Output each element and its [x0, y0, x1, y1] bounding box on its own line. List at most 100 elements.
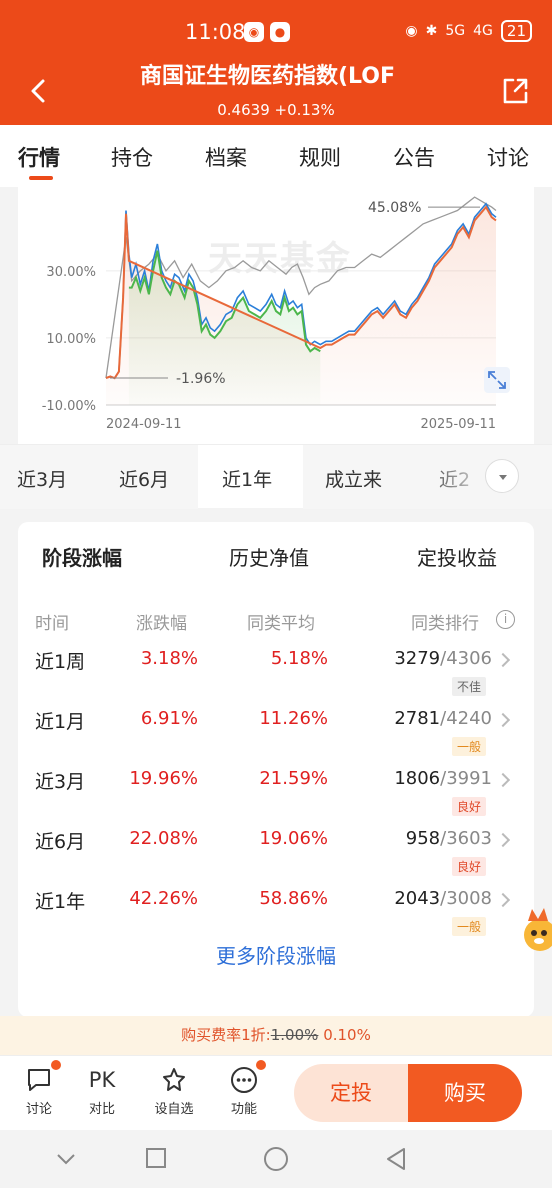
discussion-button[interactable]: 讨论 [14, 1060, 64, 1117]
bottom-action-bar: 讨论 PK 对比 设自选 功能 定投 购买 [0, 1055, 552, 1130]
rank-total: /3991 [440, 768, 492, 789]
fee-label: 购买费率1折: [181, 1026, 271, 1044]
col-header-avg: 同类平均 [247, 614, 315, 634]
col-header-change: 涨跌幅 [136, 614, 187, 634]
chevron-right-icon[interactable] [495, 772, 511, 788]
row-rank[interactable]: 2781/4240 [362, 708, 492, 729]
y-tick-label: -10.00% [42, 399, 96, 414]
chevron-right-icon[interactable] [495, 892, 511, 908]
functions-button[interactable]: 功能 [219, 1060, 269, 1117]
period-3m[interactable]: 近3月 [17, 465, 67, 492]
row-change: 6.91% [140, 708, 198, 729]
expand-chart-icon[interactable] [484, 367, 510, 393]
fee-bar: 购买费率1折:1.00% 0.10% [0, 1016, 552, 1055]
row-change: 42.26% [129, 888, 198, 909]
buy-button[interactable]: 购买 [408, 1064, 522, 1122]
expand-periods-button[interactable] [485, 459, 519, 493]
subtab-sip-return[interactable]: 定投收益 [417, 542, 497, 571]
tab-announcements[interactable]: 公告 [393, 142, 435, 172]
signal-5g-icon: 5G [445, 23, 466, 39]
tab-discussion[interactable]: 讨论 [487, 142, 529, 172]
row-rank[interactable]: 1806/3991 [362, 768, 492, 789]
tab-rules[interactable]: 规则 [299, 142, 341, 172]
row-period: 近1周 [35, 651, 86, 673]
sip-button[interactable]: 定投 [294, 1064, 408, 1122]
row-rank[interactable]: 958/3603 [362, 828, 492, 849]
nav-home-icon[interactable] [263, 1146, 289, 1172]
fund-title: 商国证生物医药指数(LOF [140, 64, 396, 89]
eye-icon: ◉ [405, 23, 418, 39]
col-header-period: 时间 [35, 614, 69, 634]
fee-old-rate: 1.00% [270, 1026, 319, 1044]
rank-total: /3603 [440, 828, 492, 849]
rating-badge: 一般 [452, 737, 487, 756]
compare-button[interactable]: PK 对比 [77, 1066, 127, 1117]
notification-icons: ◉ ● [244, 22, 290, 42]
tab-quote[interactable]: 行情 [18, 142, 60, 172]
battery-icon: 21 [500, 20, 532, 42]
row-change: 22.08% [129, 828, 198, 849]
min-annotation-label: -1.96% [176, 371, 226, 387]
period-since-inception[interactable]: 成立来 [325, 465, 382, 492]
row-period: 近6月 [35, 831, 86, 853]
row-change: 19.96% [129, 768, 198, 789]
rating-badge: 良好 [452, 857, 487, 876]
functions-notification-dot [256, 1060, 266, 1070]
rank-value: 2781 [394, 708, 441, 729]
pk-icon: PK [88, 1068, 116, 1092]
rank-value: 2043 [394, 888, 441, 909]
header: 11:08 ◉ ● ◉ ✱ 5G 4G 21 商国证生物医药指数(LOF 0.4… [0, 0, 552, 125]
add-watchlist-button[interactable]: 设自选 [149, 1066, 199, 1117]
row-avg: 19.06% [259, 828, 328, 849]
row-rank[interactable]: 2043/3008 [362, 888, 492, 909]
add-watchlist-label: 设自选 [154, 1102, 194, 1117]
nav-back-icon[interactable] [384, 1147, 408, 1171]
x-tick-label: 2024-09-11 [106, 417, 182, 432]
fee-new-rate: 0.10% [323, 1026, 371, 1044]
rank-total: /3008 [440, 888, 492, 909]
max-annotation-label: 45.08% [368, 200, 421, 216]
performance-card: 阶段涨幅 历史净值 定投收益 时间 涨跌幅 同类平均 同类排行 i 近1周 3.1… [18, 522, 534, 1017]
info-icon[interactable]: i [496, 610, 515, 629]
period-1y[interactable]: 近1年 [222, 465, 273, 492]
mascot-icon[interactable] [518, 905, 552, 955]
period-selector: 近3月 近6月 近1年 成立来 近2 [0, 444, 552, 509]
row-change: 3.18% [140, 648, 198, 669]
row-period: 近3月 [35, 771, 86, 793]
row-avg: 58.86% [259, 888, 328, 909]
rating-badge: 良好 [452, 797, 487, 816]
fund-nav-value: 0.4639 +0.13% [217, 101, 335, 119]
more-stage-return-link[interactable]: 更多阶段涨幅 [18, 940, 534, 969]
row-rank[interactable]: 3279/4306 [362, 648, 492, 669]
rank-value: 3279 [394, 648, 441, 669]
subtab-stage-return[interactable]: 阶段涨幅 [42, 542, 122, 571]
main-tabs: 行情 持仓 档案 规则 公告 讨论 [0, 125, 552, 187]
discussion-label: 讨论 [25, 1102, 52, 1117]
chevron-right-icon[interactable] [495, 652, 511, 668]
chevron-right-icon[interactable] [495, 712, 511, 728]
app-notification-icon: ● [270, 22, 290, 42]
period-6m[interactable]: 近6月 [119, 465, 169, 492]
status-bar: 11:08 ◉ ● ◉ ✱ 5G 4G 21 [0, 18, 552, 50]
row-period: 近1年 [35, 891, 86, 913]
status-right: ◉ ✱ 5G 4G 21 [405, 20, 532, 42]
nav-back-chevron-icon[interactable] [55, 1148, 77, 1170]
discussion-notification-dot [51, 1060, 61, 1070]
chevron-right-icon[interactable] [495, 832, 511, 848]
tab-holdings[interactable]: 持仓 [111, 142, 153, 172]
tab-profile[interactable]: 档案 [205, 142, 247, 172]
row-avg: 5.18% [270, 648, 328, 669]
rating-badge: 不佳 [452, 677, 487, 696]
nav-recents-icon[interactable] [145, 1147, 167, 1169]
col-header-rank: 同类排行 [411, 614, 479, 634]
row-avg: 21.59% [259, 768, 328, 789]
performance-chart[interactable]: 天天基金 30.00% 10.00% -10.00% 45.08% -1.96% 2024… [18, 187, 534, 444]
chat-icon [25, 1060, 61, 1094]
row-avg: 11.26% [259, 708, 328, 729]
red-area [106, 207, 496, 405]
subtab-history-nav[interactable]: 历史净值 [229, 542, 309, 571]
y-tick-label: 10.00% [46, 332, 96, 347]
more-dots-icon [230, 1060, 266, 1094]
wechat-icon: ◉ [244, 22, 264, 42]
x-tick-label: 2025-09-11 [420, 417, 496, 432]
